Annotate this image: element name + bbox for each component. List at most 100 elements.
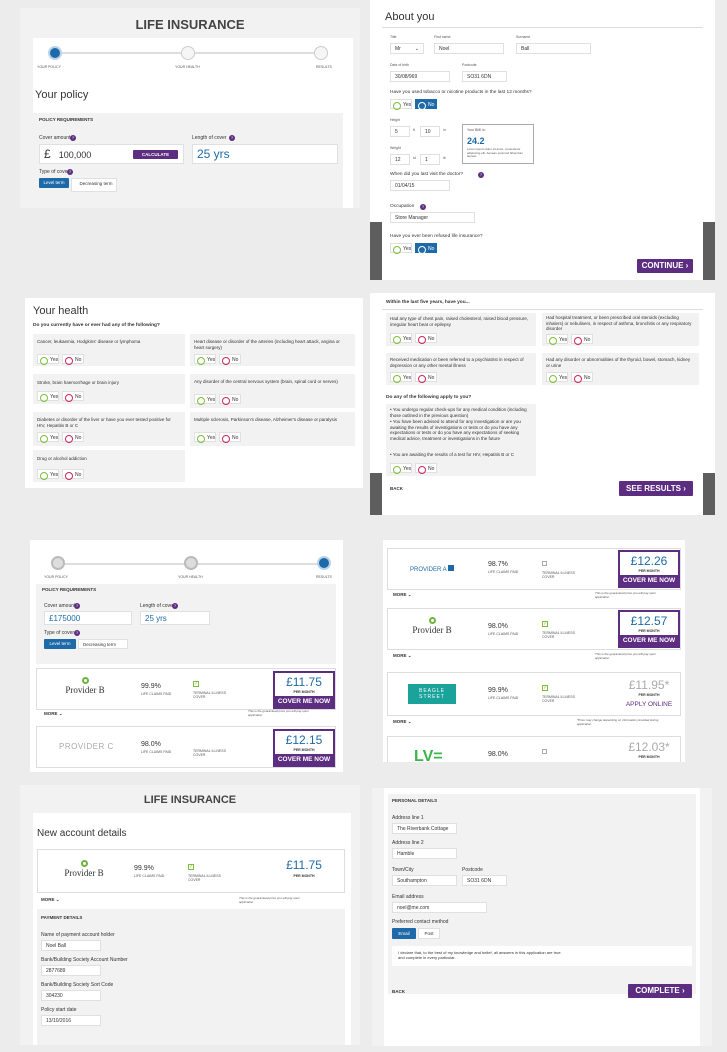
- height-ft-field[interactable]: 5: [390, 126, 410, 137]
- back-link[interactable]: BACK: [390, 486, 403, 492]
- yes-option[interactable]: Yes: [37, 391, 59, 402]
- addr1-field[interactable]: The Riverbank Cottage: [392, 823, 457, 834]
- cover-me-now-button[interactable]: COVER ME NOW: [620, 575, 678, 586]
- no-option[interactable]: No: [62, 469, 84, 480]
- level-term-button[interactable]: Level term: [39, 178, 69, 188]
- help-icon[interactable]: ?: [229, 135, 235, 141]
- height-in-field[interactable]: 10: [420, 126, 440, 137]
- cover-me-now-button[interactable]: COVER ME NOW: [275, 754, 333, 765]
- claims-value: 99.9%: [488, 687, 508, 694]
- first-name-field[interactable]: Noel: [434, 43, 504, 54]
- yes-option[interactable]: Yes: [37, 354, 59, 365]
- length-of-cover-field[interactable]: 25 yrs: [192, 144, 338, 164]
- yes-option[interactable]: Yes: [37, 469, 59, 480]
- refused-yes[interactable]: Yes: [390, 243, 412, 254]
- help-icon[interactable]: ?: [67, 169, 73, 175]
- type-label: Type of cover: [39, 169, 70, 175]
- no-option[interactable]: No: [415, 463, 437, 474]
- continue-label: CONTINUE: [641, 261, 684, 270]
- help-icon[interactable]: ?: [172, 603, 178, 609]
- bmi-label: Your BMI is:: [467, 128, 486, 132]
- apply-online-button[interactable]: APPLY ONLINE: [620, 699, 678, 710]
- cover-me-now-button[interactable]: COVER ME NOW: [275, 696, 333, 707]
- back-link[interactable]: BACK: [392, 989, 405, 995]
- no-option[interactable]: No: [62, 354, 84, 365]
- town-field[interactable]: Southampton: [392, 875, 457, 886]
- more-link[interactable]: MORE ⌄: [393, 719, 412, 725]
- no-option[interactable]: No: [219, 432, 241, 443]
- length-of-cover-field[interactable]: 25 yrs: [140, 611, 210, 625]
- chevron-down-icon: ⌄: [407, 592, 412, 597]
- no-option[interactable]: No: [62, 432, 84, 443]
- postcode-field[interactable]: SO31 6DN: [462, 875, 507, 886]
- cover-amount-label: Cover amount: [44, 603, 76, 609]
- occupation-field[interactable]: Store Manager: [390, 212, 475, 223]
- yes-option[interactable]: Yes: [390, 333, 412, 344]
- yes-option[interactable]: Yes: [390, 372, 412, 383]
- dob-field[interactable]: 30/08/969: [390, 71, 450, 82]
- more-link[interactable]: MORE ⌄: [393, 592, 412, 598]
- surname-field[interactable]: Ball: [516, 43, 591, 54]
- help-icon[interactable]: ?: [74, 630, 80, 636]
- provider-name: Provider B: [412, 625, 452, 635]
- st-unit: st: [413, 156, 416, 160]
- no-option[interactable]: No: [571, 372, 593, 383]
- tobacco-yes[interactable]: Yes: [390, 99, 412, 110]
- more-label: MORE: [393, 653, 407, 658]
- yes-option[interactable]: Yes: [390, 463, 412, 474]
- currency-symbol: £: [44, 147, 51, 161]
- account-number-field[interactable]: 2877689: [41, 965, 101, 976]
- email-field[interactable]: noel@me.com: [392, 902, 487, 913]
- weight-st-field[interactable]: 12: [390, 154, 410, 165]
- post-option[interactable]: Post: [418, 928, 440, 939]
- more-link[interactable]: MORE ⌄: [41, 897, 60, 903]
- no-option[interactable]: No: [571, 334, 593, 345]
- health-question: Do you currently have or ever had any of…: [33, 323, 160, 328]
- weight-lb-field[interactable]: 1: [420, 154, 440, 165]
- more-label: MORE: [41, 897, 55, 902]
- cover-amount-label: Cover amount: [39, 135, 71, 141]
- continue-button[interactable]: CONTINUE ›: [637, 259, 693, 273]
- no-option[interactable]: No: [62, 391, 84, 402]
- postcode-field[interactable]: SO31 6DN: [462, 71, 507, 82]
- help-icon[interactable]: ?: [74, 603, 80, 609]
- more-link[interactable]: MORE ⌄: [393, 653, 412, 659]
- holder-field[interactable]: Noel Ball: [41, 940, 101, 951]
- tobacco-no[interactable]: No: [415, 99, 437, 110]
- start-date-field[interactable]: 13/10/2016: [41, 1015, 101, 1026]
- no-option[interactable]: No: [219, 354, 241, 365]
- title-select[interactable]: Mr ⌄: [390, 43, 424, 54]
- per-month-label: PER MONTH: [638, 569, 660, 573]
- condition-card: Any disorder of the central nervous syst…: [190, 374, 355, 408]
- level-term-button[interactable]: Level term: [44, 639, 76, 649]
- decreasing-term-button[interactable]: Decreasing term: [71, 178, 117, 192]
- yes-option[interactable]: Yes: [546, 334, 568, 345]
- declaration-text: I declare that, to the best of my knowle…: [398, 950, 561, 960]
- decreasing-term-button[interactable]: Decreasing term: [78, 639, 128, 649]
- help-icon[interactable]: ?: [478, 172, 484, 178]
- condition-card: Drug or alcohol addiction Yes No: [33, 450, 185, 482]
- calculate-button[interactable]: CALCULATE: [133, 150, 178, 159]
- no-option[interactable]: No: [415, 333, 437, 344]
- yes-option[interactable]: Yes: [546, 372, 568, 383]
- cover-me-now-button[interactable]: COVER ME NOW: [620, 635, 678, 646]
- cover-amount-field[interactable]: £175000: [44, 611, 132, 625]
- help-icon[interactable]: ?: [70, 135, 76, 141]
- yes-option[interactable]: Yes: [194, 432, 216, 443]
- refused-no[interactable]: No: [415, 243, 437, 254]
- see-results-button[interactable]: SEE RESULTS ›: [619, 481, 693, 496]
- email-option[interactable]: Email: [392, 928, 416, 939]
- yes-option[interactable]: Yes: [194, 394, 216, 405]
- complete-button[interactable]: COMPLETE ›: [628, 984, 692, 998]
- sort-code-field[interactable]: 304230: [41, 990, 101, 1001]
- bullet-text: • You are awaiting the results of a test…: [390, 452, 514, 457]
- yes-option[interactable]: Yes: [37, 432, 59, 443]
- step-policy-label: YOUR POLICY: [37, 65, 61, 69]
- addr2-field[interactable]: Hamble: [392, 848, 457, 859]
- doctor-date-field[interactable]: 01/04/15: [390, 180, 450, 191]
- yes-option[interactable]: Yes: [194, 354, 216, 365]
- no-option[interactable]: No: [219, 394, 241, 405]
- help-icon[interactable]: ?: [420, 204, 426, 210]
- more-link[interactable]: MORE ⌄: [44, 711, 63, 717]
- no-option[interactable]: No: [415, 372, 437, 383]
